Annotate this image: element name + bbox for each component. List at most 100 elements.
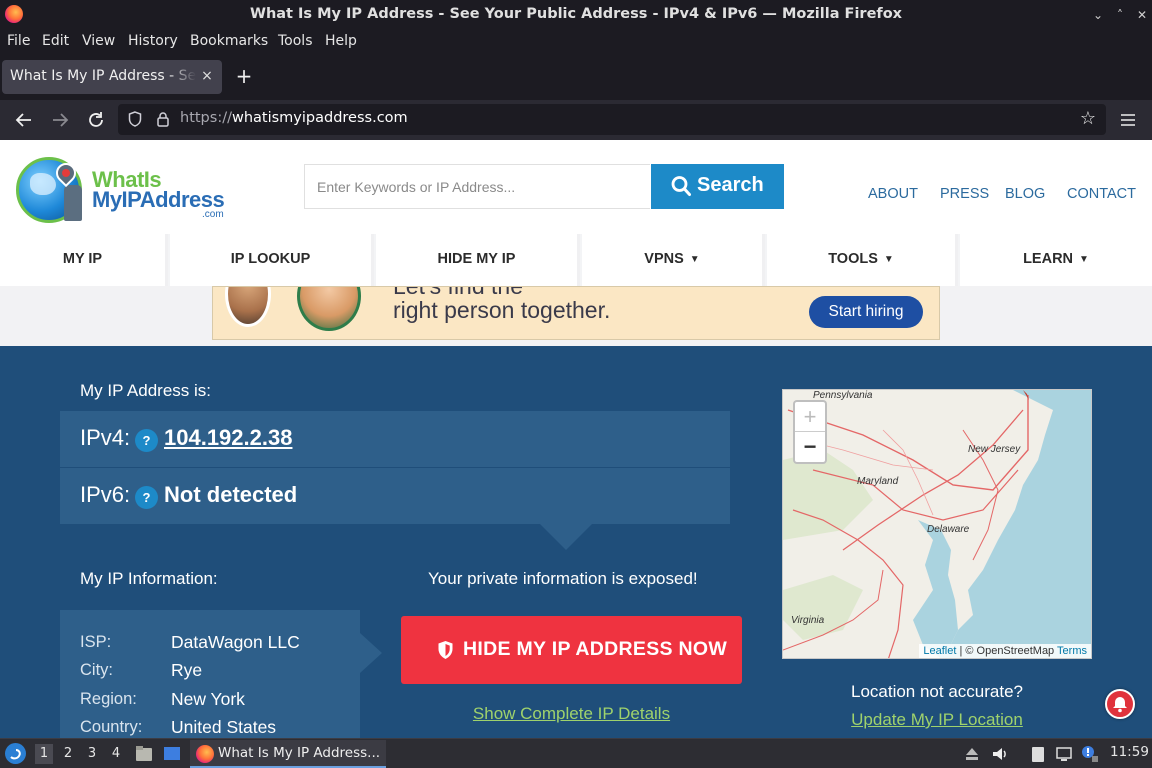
caret-down-icon: ▼ bbox=[883, 254, 894, 265]
notification-bell-icon[interactable] bbox=[1105, 689, 1135, 719]
hide-my-ip-button[interactable]: HIDE MY IP ADDRESS NOW bbox=[401, 616, 742, 684]
nav-item-ip-lookup[interactable]: IP LOOKUP bbox=[170, 234, 374, 286]
minimize-icon[interactable]: ⌄ bbox=[1090, 7, 1106, 23]
site-nav: MY IP IP LOOKUP HIDE MY IP VPNS ▼ TOOLS ▼ … bbox=[0, 234, 1152, 286]
info-value-isp: DataWagon LLC bbox=[171, 632, 300, 652]
page-viewport: WhatIs MyIPAddress .com Search ABOUT PRE… bbox=[0, 140, 1152, 738]
nav-item-label: MY IP bbox=[62, 251, 103, 267]
location-question: Location not accurate? bbox=[850, 682, 1023, 701]
tab-strip: What Is My IP Address - See Your Public … bbox=[0, 54, 1152, 100]
maximize-icon[interactable]: ˄ bbox=[1112, 7, 1128, 23]
workspace-2[interactable]: 2 bbox=[59, 744, 77, 764]
menu-file[interactable]: File bbox=[7, 33, 30, 49]
menu-history[interactable]: History bbox=[128, 33, 178, 49]
bookmark-star-icon[interactable]: ☆ bbox=[1078, 108, 1098, 130]
site-logo[interactable]: WhatIs MyIPAddress .com bbox=[16, 157, 226, 227]
help-icon[interactable]: ? bbox=[135, 486, 158, 509]
clipboard-icon[interactable] bbox=[1028, 744, 1048, 764]
nav-item-label: HIDE MY IP bbox=[437, 251, 516, 267]
workspace-4[interactable]: 4 bbox=[107, 744, 125, 764]
location-map[interactable]: Pennsylvania New Jersey Maryland Delawar… bbox=[782, 389, 1092, 659]
close-window-icon[interactable]: ✕ bbox=[1134, 7, 1150, 23]
forward-icon[interactable] bbox=[49, 109, 71, 131]
menu-help[interactable]: Help bbox=[325, 33, 357, 49]
desktop-icon[interactable] bbox=[162, 744, 182, 764]
close-tab-icon[interactable]: × bbox=[200, 68, 214, 84]
taskbar-task-label: What Is My IP Address... bbox=[218, 745, 381, 761]
map-zoom-control: + − bbox=[793, 400, 827, 464]
leaflet-link[interactable]: Leaflet bbox=[923, 645, 956, 657]
file-manager-icon[interactable] bbox=[134, 744, 154, 764]
site-header: WhatIs MyIPAddress .com Search ABOUT PRE… bbox=[0, 140, 1152, 234]
app-menu-icon[interactable] bbox=[1119, 109, 1137, 131]
callout-pointer bbox=[538, 522, 594, 550]
eject-icon[interactable] bbox=[962, 744, 982, 764]
nav-item-label: LEARN bbox=[1023, 251, 1074, 267]
nav-item-label: VPNS bbox=[644, 251, 684, 267]
header-link-blog[interactable]: BLOG bbox=[1005, 186, 1045, 202]
tracking-protection-icon[interactable] bbox=[128, 111, 142, 127]
nav-item-learn[interactable]: LEARN ▼ bbox=[960, 234, 1152, 286]
info-box-arrow bbox=[360, 633, 382, 673]
ipv6-row: IPv6: ? Not detected bbox=[60, 468, 730, 524]
firefox-icon bbox=[196, 745, 214, 763]
ip-heading: My IP Address is: bbox=[80, 381, 212, 400]
ad-banner[interactable]: Let’s find the right person together. St… bbox=[212, 286, 940, 340]
lock-icon[interactable] bbox=[156, 111, 170, 127]
start-menu-icon[interactable] bbox=[5, 743, 26, 764]
menu-bar: File Edit View History Bookmarks Tools H… bbox=[0, 30, 1152, 54]
url-text[interactable]: https://whatismyipaddress.com bbox=[180, 110, 408, 126]
ipv6-label: IPv6: bbox=[80, 482, 131, 507]
caret-down-icon: ▼ bbox=[689, 254, 700, 265]
map-label: Virginia bbox=[791, 615, 825, 626]
volume-icon[interactable] bbox=[990, 744, 1010, 764]
nav-item-label: TOOLS bbox=[828, 251, 878, 267]
map-label: Maryland bbox=[857, 476, 899, 487]
workspace-3[interactable]: 3 bbox=[83, 744, 101, 764]
search-field[interactable] bbox=[304, 164, 650, 209]
ipv4-label: IPv4: bbox=[80, 425, 131, 450]
ip-hero-section: My IP Address is: IPv4: ? 104.192.2.38 I… bbox=[0, 346, 1152, 738]
header-link-contact[interactable]: CONTACT bbox=[1067, 186, 1136, 202]
info-heading: My IP Information: bbox=[80, 569, 218, 588]
info-key-city: City: bbox=[80, 661, 113, 679]
zoom-in-button[interactable]: + bbox=[795, 402, 825, 432]
shield-icon bbox=[438, 641, 453, 659]
ipv4-row: IPv4: ? 104.192.2.38 bbox=[60, 411, 730, 467]
taskbar-firefox-window[interactable]: What Is My IP Address... bbox=[190, 740, 386, 768]
clock: 11:59 bbox=[1110, 744, 1149, 760]
menu-edit[interactable]: Edit bbox=[42, 33, 69, 49]
header-link-press[interactable]: PRESS bbox=[940, 186, 989, 202]
exposed-warning: Your private information is exposed! bbox=[428, 569, 698, 588]
url-bar[interactable]: https://whatismyipaddress.com ☆ bbox=[118, 104, 1106, 135]
search-input[interactable] bbox=[305, 165, 650, 208]
zoom-out-button[interactable]: − bbox=[795, 432, 825, 462]
header-link-about[interactable]: ABOUT bbox=[868, 186, 918, 202]
terms-link[interactable]: Terms bbox=[1057, 645, 1087, 657]
nav-item-hide-my-ip[interactable]: HIDE MY IP bbox=[376, 234, 580, 286]
menu-bookmarks[interactable]: Bookmarks bbox=[190, 33, 268, 49]
new-tab-icon[interactable]: + bbox=[234, 64, 254, 88]
workspace-1[interactable]: 1 bbox=[35, 744, 53, 764]
search-button[interactable]: Search bbox=[651, 164, 784, 209]
nav-item-my-ip[interactable]: MY IP bbox=[0, 234, 168, 286]
help-icon[interactable]: ? bbox=[135, 429, 158, 452]
ipv4-value[interactable]: 104.192.2.38 bbox=[164, 425, 292, 451]
nav-item-tools[interactable]: TOOLS ▼ bbox=[767, 234, 958, 286]
nav-item-label: IP LOOKUP bbox=[230, 251, 311, 267]
update-location-link[interactable]: Update My IP Location bbox=[782, 710, 1092, 730]
nav-item-vpns[interactable]: VPNS ▼ bbox=[582, 234, 765, 286]
reload-icon[interactable] bbox=[85, 109, 107, 131]
notification-icon[interactable] bbox=[1080, 744, 1100, 764]
info-value-city: Rye bbox=[171, 660, 203, 680]
search-icon bbox=[671, 176, 691, 196]
tab-active[interactable]: What Is My IP Address - See Your Public … bbox=[2, 60, 222, 94]
menu-view[interactable]: View bbox=[82, 33, 115, 49]
ipv6-value: Not detected bbox=[164, 482, 298, 507]
ad-cta-button[interactable]: Start hiring bbox=[809, 296, 923, 328]
back-icon[interactable] bbox=[13, 109, 35, 131]
menu-tools[interactable]: Tools bbox=[278, 33, 313, 49]
network-icon[interactable] bbox=[1054, 744, 1074, 764]
taskbar: 1 2 3 4 What Is My IP Address... 11:59 bbox=[0, 738, 1152, 768]
tab-label: What Is My IP Address - See Your Public … bbox=[10, 68, 196, 84]
